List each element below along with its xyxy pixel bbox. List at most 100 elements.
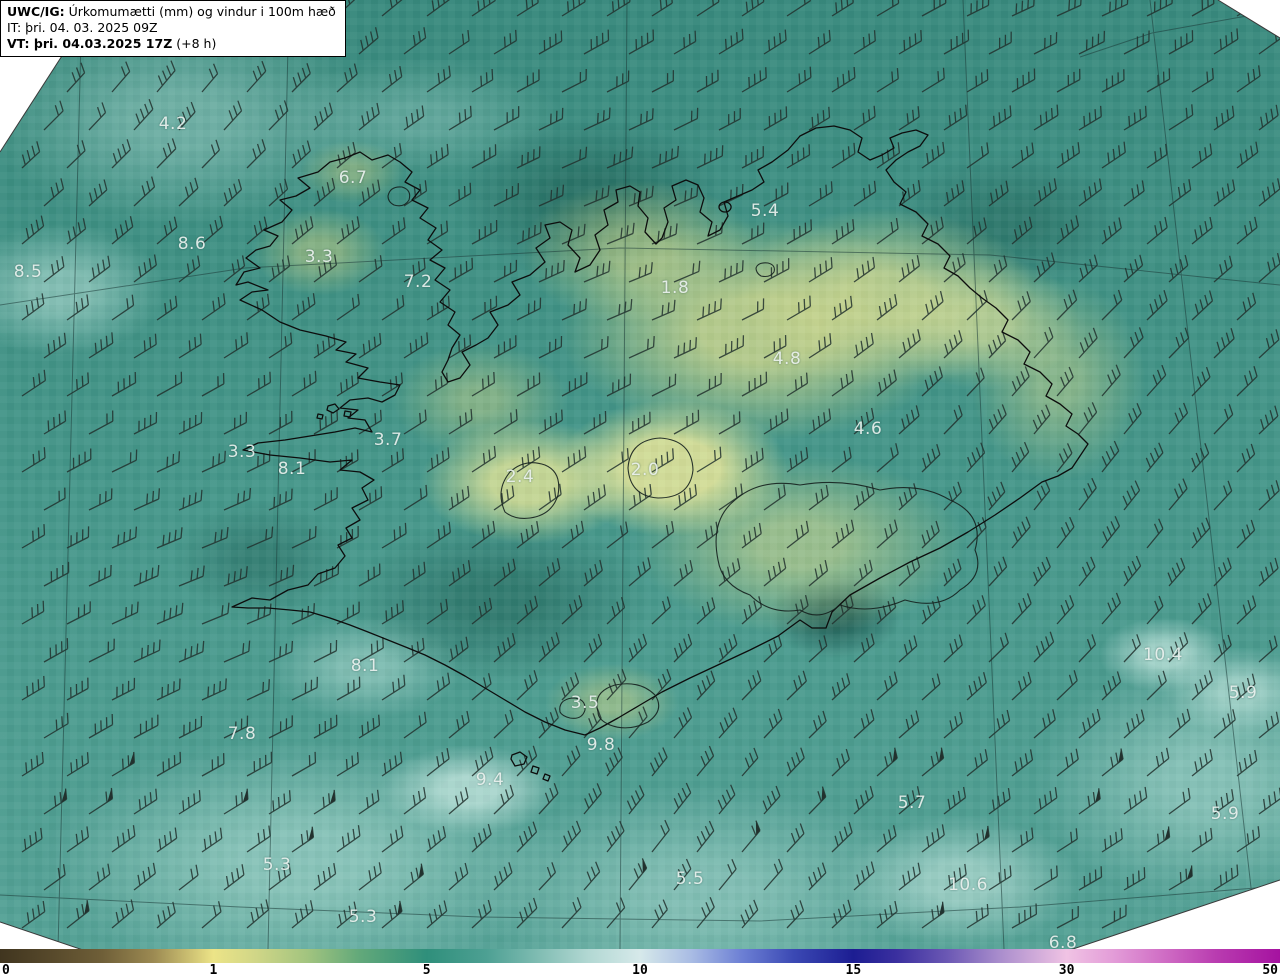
wind-barb (1213, 709, 1236, 739)
wind-barb (381, 522, 407, 549)
wind-barb (66, 677, 89, 701)
wind-barb (358, 102, 380, 131)
wind-barb (111, 825, 136, 853)
wind-barb (831, 142, 856, 169)
wind-barb (696, 222, 724, 245)
wind-barb (538, 632, 560, 663)
wind-barb (1033, 104, 1059, 131)
wind-barb (966, 0, 990, 17)
colorbar-tick-15: 15 (845, 963, 862, 978)
wind-barb (1011, 749, 1034, 777)
wind-barb (831, 519, 855, 549)
wind-barb (403, 332, 429, 359)
wind-barb (493, 862, 513, 891)
wind-barb (538, 184, 565, 207)
wind-barb (133, 98, 154, 131)
wind-barb (448, 560, 471, 587)
wind-barb (201, 827, 223, 853)
wind-barb (426, 0, 451, 17)
contour-label: 2.4 (505, 467, 535, 487)
wind-barb (831, 594, 854, 625)
wind-barb (1123, 786, 1148, 815)
wind-barb (538, 783, 559, 815)
wind-barb (966, 367, 985, 397)
wind-barb (583, 410, 607, 435)
wind-barb (1011, 516, 1031, 549)
wind-barb (381, 900, 403, 929)
wind-barb (1191, 827, 1213, 853)
wind-barb (718, 411, 741, 435)
wind-barb (808, 862, 827, 891)
wind-barb (1146, 364, 1167, 397)
wind-barb (1168, 254, 1189, 283)
wind-barb (898, 862, 921, 891)
wind-barb (313, 640, 338, 663)
wind-barb (763, 708, 783, 739)
wind-barb (831, 673, 851, 701)
wind-barb (876, 519, 898, 549)
wind-barb (313, 102, 333, 131)
wind-barb (786, 372, 809, 397)
wind-barb (426, 447, 450, 473)
wind-barb (786, 0, 812, 17)
wind-barb-pennant (242, 788, 248, 803)
wind-barb (718, 260, 744, 283)
wind-barb (1056, 748, 1079, 777)
wind-barb (516, 69, 540, 93)
wind-barb (358, 486, 383, 511)
wind-barb (561, 446, 587, 473)
wind-barb (1078, 634, 1097, 663)
contour-label: 5.5 (675, 869, 705, 889)
wind-barb (493, 632, 516, 663)
wind-barb (1191, 593, 1212, 625)
wind-barb (898, 635, 918, 663)
wind-barb (1191, 143, 1213, 169)
wind-barb-pennant (755, 820, 760, 836)
contour-label: 4.6 (853, 419, 883, 439)
wind-barb (1123, 634, 1141, 663)
wind-barb (1258, 329, 1280, 359)
wind-barb (66, 218, 87, 245)
wind-barb (493, 558, 516, 587)
wind-barb (741, 596, 763, 625)
wind-barb (336, 752, 359, 777)
wind-barb (1078, 556, 1096, 587)
wind-barb (943, 786, 967, 815)
wind-barb (133, 639, 161, 663)
wind-barb (808, 484, 829, 511)
wind-barb (471, 295, 498, 321)
wind-barb (1056, 670, 1078, 701)
wind-barb (853, 709, 875, 739)
wind-barb (763, 484, 786, 511)
wind-barb (1123, 403, 1142, 435)
wind-barb (1056, 0, 1082, 17)
colorbar-tick-10: 10 (632, 963, 648, 978)
wind-barb (741, 371, 768, 397)
wind-barb (988, 632, 1009, 663)
wind-barb (133, 788, 158, 815)
wind-barb-pennant (308, 826, 314, 841)
wind-barb (66, 752, 89, 777)
wind-barb (201, 678, 227, 701)
wind-barb (1078, 477, 1097, 511)
wind-barb (988, 865, 1012, 891)
wind-barb (111, 677, 136, 701)
wind-barb (66, 526, 90, 549)
wind-barb (1123, 709, 1145, 739)
wind-barb (471, 823, 492, 853)
model-info-box: UWC/IG: Úrkomumætti (mm) og vindur i 100… (0, 0, 346, 57)
contour-label: 4.2 (158, 114, 188, 134)
wind-barb (291, 140, 311, 169)
wind-barb (291, 370, 317, 397)
wind-barb (88, 179, 108, 207)
wind-barb (178, 489, 203, 511)
wind-barb (268, 332, 293, 359)
wind-barb (921, 747, 945, 777)
contour-label: 5.3 (262, 855, 292, 875)
wind-barb (606, 298, 633, 321)
colorbar-tick-5: 5 (422, 963, 431, 978)
wind-barb (1168, 30, 1194, 55)
wind-barb-pennant (1187, 865, 1193, 880)
wind-barb (1167, 557, 1186, 587)
wind-barb (561, 820, 582, 853)
